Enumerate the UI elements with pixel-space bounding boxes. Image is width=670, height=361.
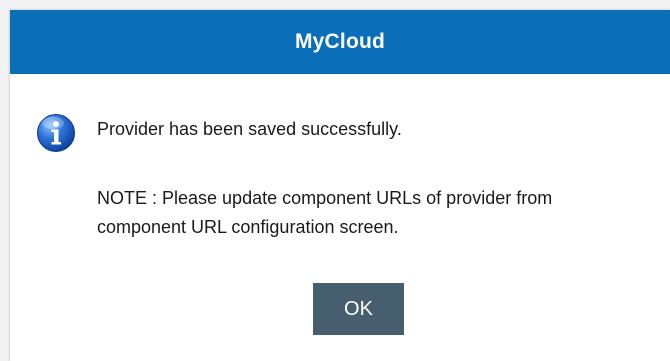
dialog-title: MyCloud bbox=[294, 30, 386, 53]
ok-button[interactable]: OK bbox=[313, 283, 404, 335]
dialog-message: Provider has been saved successfully. bbox=[97, 119, 402, 139]
message-dialog: MyCloud Provider has been saved successf… bbox=[10, 10, 670, 361]
info-icon bbox=[37, 114, 75, 152]
dialog-titlebar: MyCloud bbox=[10, 10, 670, 74]
dialog-note: NOTE : Please update component URLs of p… bbox=[97, 188, 553, 237]
